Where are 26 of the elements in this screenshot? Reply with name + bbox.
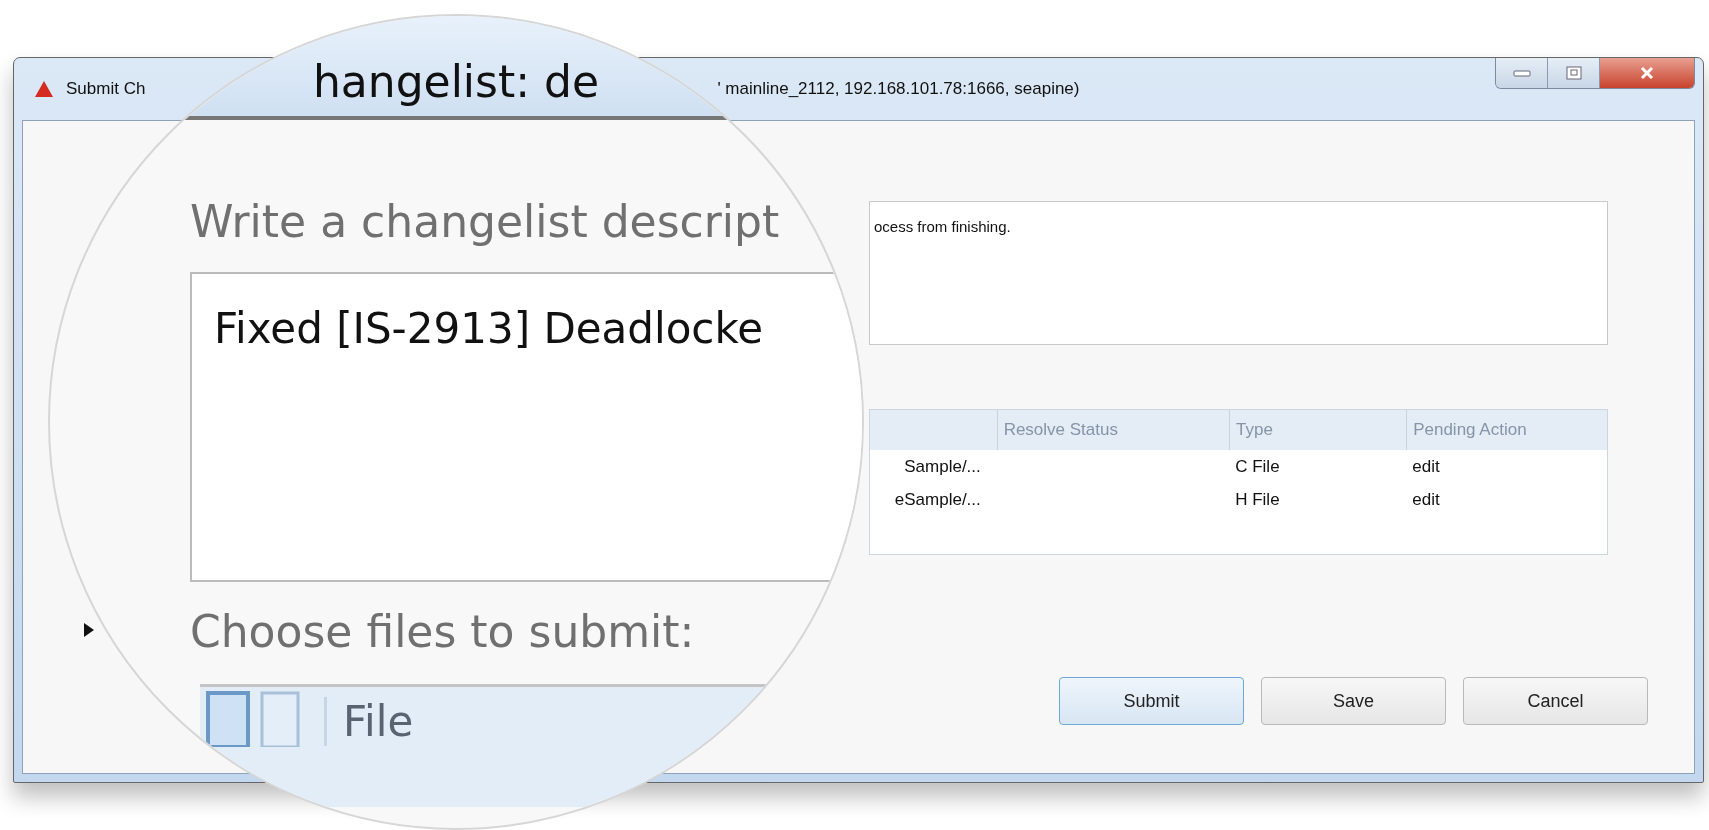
minimize-icon <box>1512 69 1531 77</box>
magnified-window-title: hangelist: de <box>312 60 600 104</box>
table-cell-text: C File <box>1234 455 1281 478</box>
minimize-button[interactable] <box>1496 58 1548 88</box>
window-title: Submit Ch <box>66 79 146 99</box>
maximize-icon <box>1565 66 1582 80</box>
dialog-button[interactable]: Save <box>1261 677 1446 725</box>
close-button[interactable] <box>1600 58 1694 88</box>
dialog-button[interactable]: Cancel <box>1463 677 1648 725</box>
description-field[interactable]: ocess from finishing. <box>869 201 1608 345</box>
warning-triangle-icon <box>34 80 54 98</box>
magnified-column-header: File <box>324 697 414 746</box>
close-icon <box>1639 66 1655 80</box>
magnified-description-text: Fixed [IS-2913] Deadlocke <box>214 304 764 353</box>
table-cell-text: edit <box>1411 455 1441 478</box>
table-cell-text: Sample/... <box>903 455 982 478</box>
dialog-button[interactable]: Submit <box>1059 677 1244 725</box>
table-cell-text: H File <box>1234 488 1281 511</box>
collapsed-arrow-icon[interactable] <box>83 623 95 637</box>
window-title: ' mainline_2112, 192.168.101.78:1666, seapine) <box>717 79 1080 99</box>
magnified-description-label: Write a changelist descript <box>190 195 781 249</box>
table-cell-text: eSample/... <box>893 488 982 511</box>
maximize-button[interactable] <box>1548 58 1600 88</box>
description-text: ocess from finishing. <box>874 218 1011 235</box>
magnified-files-label: Choose files to submit: <box>190 605 696 659</box>
table-cell-text: edit <box>1411 488 1441 511</box>
